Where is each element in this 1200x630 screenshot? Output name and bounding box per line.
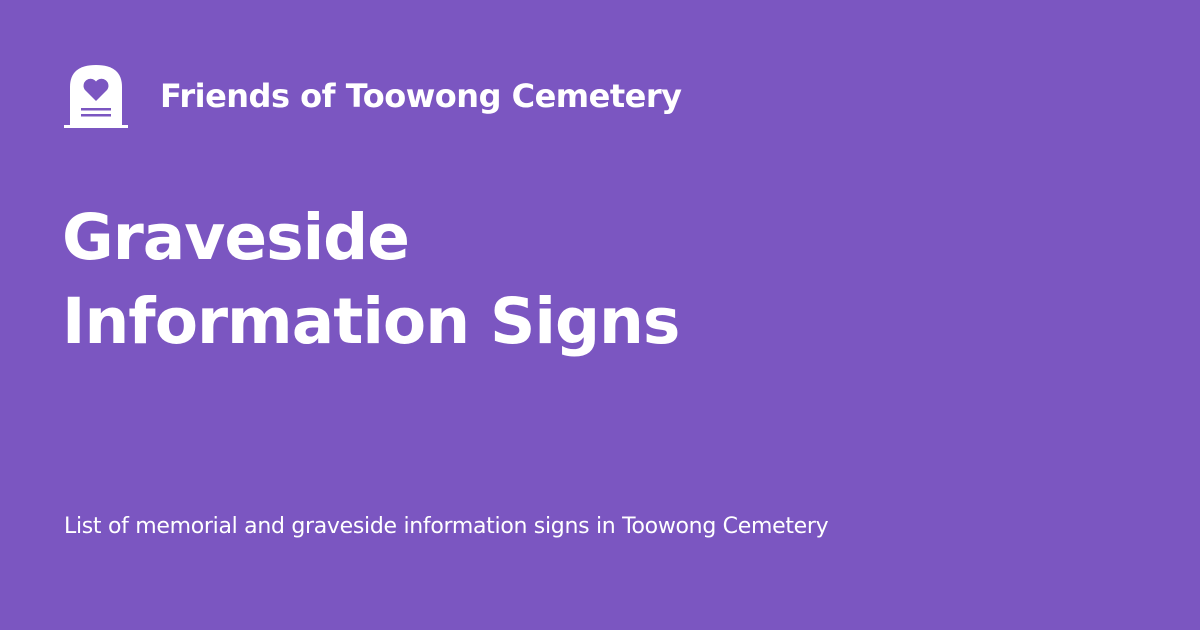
page-title-line-1: Graveside bbox=[62, 201, 410, 274]
site-name[interactable]: Friends of Toowong Cemetery bbox=[160, 76, 682, 116]
headstone-heart-icon bbox=[64, 63, 128, 129]
page-title: Graveside Information Signs bbox=[62, 196, 680, 364]
page-description: List of memorial and graveside informati… bbox=[64, 514, 829, 539]
page-title-line-2: Information Signs bbox=[62, 285, 680, 358]
